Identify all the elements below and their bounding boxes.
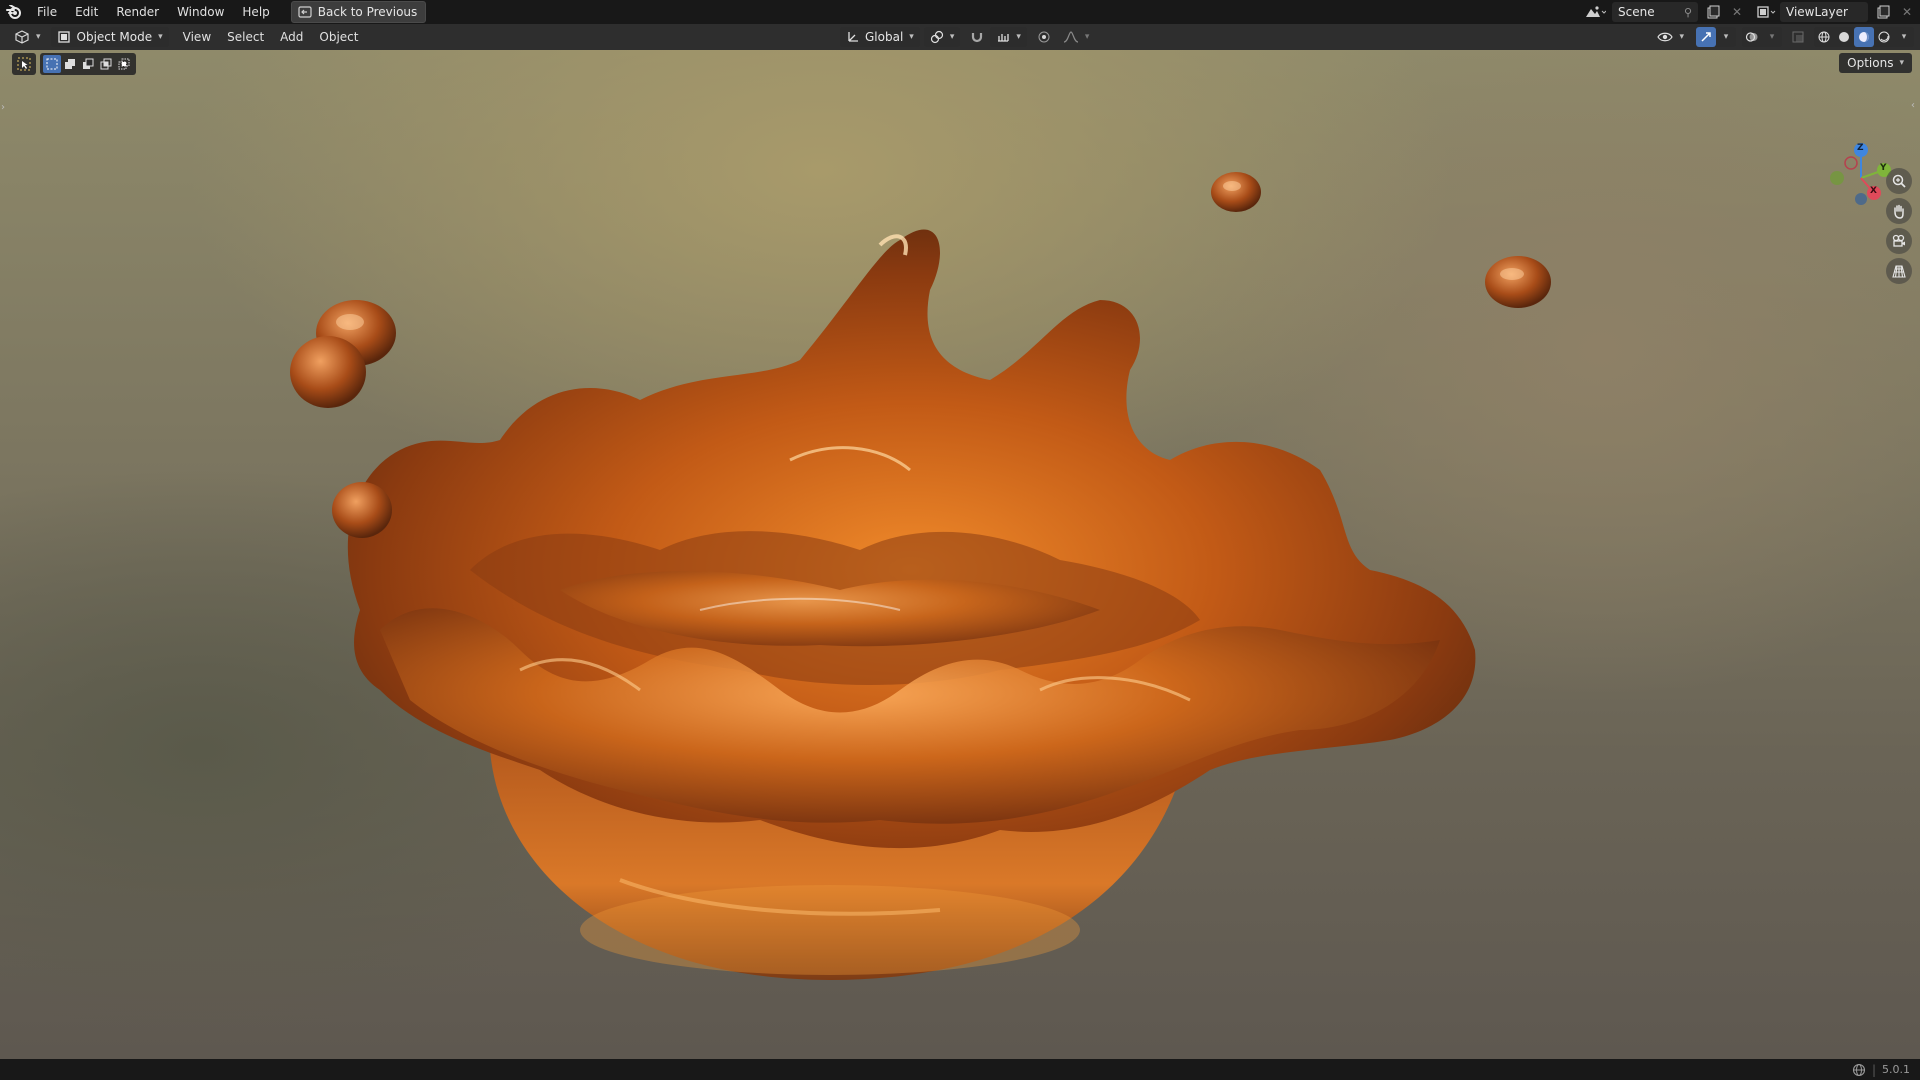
menu-select[interactable]: Select — [219, 24, 272, 50]
set-new-selection-icon[interactable] — [43, 55, 61, 73]
scene-name: Scene — [1618, 5, 1655, 19]
chevron-down-icon: ▾ — [949, 32, 955, 42]
object-visibility-dropdown[interactable]: ▾ — [1651, 27, 1690, 47]
menu-add[interactable]: Add — [272, 24, 311, 50]
scene-name-field[interactable]: Scene ⚲ — [1612, 2, 1698, 22]
shading-mode-group: ▾ — [1814, 27, 1914, 47]
overlays-icon[interactable] — [1742, 27, 1762, 47]
transform-tools-group: Global ▾ ▾ ▾ ▾ — [836, 27, 1095, 47]
gizmo-z-label: Z — [1857, 143, 1864, 153]
proportional-edit-icon — [1038, 31, 1050, 43]
overlay-toggle-group: ▾ — [1742, 27, 1782, 47]
extend-selection-icon[interactable] — [61, 55, 79, 73]
screen-back-icon — [298, 6, 312, 18]
chevron-down-icon[interactable]: ▾ — [1716, 27, 1736, 47]
editor-type-selector[interactable]: ▾ — [8, 27, 47, 47]
xray-toggle[interactable] — [1788, 27, 1808, 47]
intersect-selection-icon[interactable] — [115, 55, 133, 73]
grid-icon[interactable] — [1886, 258, 1912, 284]
version-label: 5.0.1 — [1882, 1063, 1910, 1076]
falloff-dropdown[interactable]: ▾ — [1057, 27, 1096, 47]
viewport-header: ▾ Object Mode ▾ View Select Add Object G… — [0, 24, 1920, 50]
gizmo-y-label: Y — [1880, 163, 1887, 173]
chevron-down-icon: ▾ — [1899, 58, 1904, 68]
options-dropdown[interactable]: Options ▾ — [1839, 53, 1912, 73]
snap-toggle[interactable] — [964, 27, 990, 47]
new-view-layer-icon[interactable] — [1872, 2, 1894, 22]
view-layer-field[interactable]: ViewLayer — [1780, 2, 1868, 22]
back-to-previous-button[interactable]: Back to Previous — [290, 1, 427, 23]
snap-increment-icon — [998, 34, 1009, 42]
material-preview-shading-icon[interactable] — [1854, 27, 1874, 47]
tool-settings-row — [12, 52, 140, 76]
view-layer-name: ViewLayer — [1786, 5, 1848, 19]
chevron-down-icon: ▾ — [1084, 32, 1090, 42]
transform-orientation-label: Global — [865, 30, 904, 44]
orientation-axes-icon — [848, 32, 858, 42]
proportional-editing-toggle[interactable] — [1031, 27, 1057, 47]
chevron-down-icon: ▾ — [36, 32, 41, 42]
snap-target-dropdown[interactable]: ▾ — [990, 27, 1027, 47]
topbar-right-group: Scene ⚲ ✕ ViewLayer ✕ — [1584, 0, 1920, 24]
menu-edit[interactable]: Edit — [66, 0, 107, 24]
wireframe-shading-icon[interactable] — [1814, 27, 1834, 47]
selection-mode-group — [40, 53, 136, 75]
active-tool-box — [12, 53, 36, 75]
globe-icon[interactable] — [1852, 1063, 1866, 1077]
pivot-point-dropdown[interactable]: ▾ — [923, 27, 961, 47]
solid-shading-icon[interactable] — [1834, 27, 1854, 47]
pivot-point-icon — [930, 30, 943, 44]
3d-viewport[interactable]: › ‹ Z Y X — [0, 50, 1920, 1059]
back-button-label: Back to Previous — [317, 5, 418, 19]
new-scene-icon[interactable] — [1702, 2, 1724, 22]
chevron-down-icon: ▾ — [909, 32, 914, 42]
scene-selector-icon[interactable] — [1584, 2, 1606, 22]
menu-help[interactable]: Help — [233, 0, 278, 24]
gizmo-toggle-group: ▾ — [1696, 27, 1736, 47]
select-tool-icon[interactable] — [15, 55, 33, 73]
object-mode-dropdown[interactable]: Object Mode ▾ — [50, 27, 169, 47]
eye-icon — [1657, 32, 1674, 42]
pin-icon[interactable]: ⚲ — [1684, 6, 1692, 19]
transform-orientation-dropdown[interactable]: Global ▾ — [840, 27, 920, 47]
status-divider: | — [1871, 1062, 1876, 1077]
menu-view[interactable]: View — [175, 24, 219, 50]
menu-window[interactable]: Window — [168, 0, 233, 24]
chevron-down-icon[interactable]: ▾ — [1894, 27, 1914, 47]
hand-pan-icon[interactable] — [1886, 198, 1912, 224]
top-menu-bar: File Edit Render Window Help Back to Pre… — [0, 0, 1920, 24]
options-label: Options — [1847, 56, 1894, 70]
chevron-down-icon: ▾ — [158, 32, 163, 42]
liquid-splash-render — [290, 172, 1551, 980]
blender-logo-icon[interactable] — [0, 0, 28, 24]
menu-object[interactable]: Object — [311, 24, 366, 50]
object-mode-label: Object Mode — [76, 30, 153, 44]
view-layer-selector-icon[interactable] — [1756, 2, 1778, 22]
magnet-icon — [972, 33, 983, 43]
invert-selection-icon[interactable] — [97, 55, 115, 73]
rendered-shading-icon[interactable] — [1874, 27, 1894, 47]
sidebar-expand-icon[interactable]: ‹ — [1911, 100, 1919, 116]
status-bar: | 5.0.1 — [0, 1059, 1920, 1080]
zoom-icon[interactable] — [1886, 168, 1912, 194]
camera-icon[interactable] — [1886, 228, 1912, 254]
delete-scene-icon[interactable]: ✕ — [1726, 2, 1748, 22]
delete-view-layer-icon[interactable]: ✕ — [1896, 2, 1918, 22]
subtract-selection-icon[interactable] — [79, 55, 97, 73]
menu-file[interactable]: File — [28, 0, 66, 24]
3d-viewport-editor-icon — [15, 30, 29, 44]
xray-icon — [1788, 27, 1808, 47]
chevron-down-icon: ▾ — [1679, 32, 1684, 42]
viewport-display-tools: ▾ ▾ ▾ ▾ — [1647, 27, 1914, 47]
gizmo-x-label: X — [1870, 186, 1877, 196]
chevron-down-icon: ▾ — [1016, 32, 1021, 42]
menu-render[interactable]: Render — [107, 0, 168, 24]
chevron-down-icon[interactable]: ▾ — [1762, 27, 1782, 47]
falloff-curve-icon — [1063, 31, 1079, 43]
toolbar-expand-icon[interactable]: › — [1, 102, 9, 118]
show-gizmo-icon[interactable] — [1696, 27, 1716, 47]
object-mode-icon — [57, 31, 70, 43]
